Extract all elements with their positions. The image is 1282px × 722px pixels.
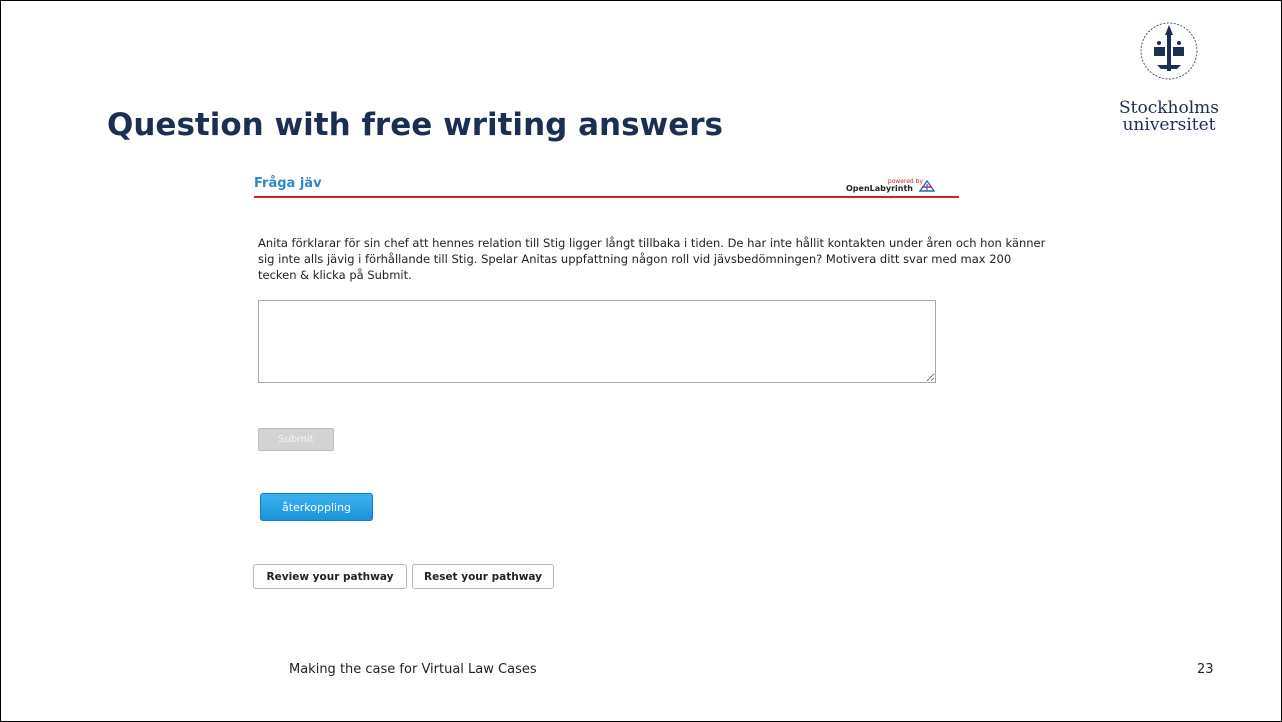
slide: Stockholms universitet Question with fre… xyxy=(0,0,1282,722)
slide-title: Question with free writing answers xyxy=(107,107,723,143)
page-number: 23 xyxy=(1197,662,1214,677)
node-title: Fråga jäv xyxy=(254,176,322,191)
slide-footer: Making the case for Virtual Law Cases xyxy=(289,662,537,677)
university-seal-icon xyxy=(1140,22,1198,80)
review-pathway-button[interactable]: Review your pathway xyxy=(253,564,407,589)
stockholms-universitet-logo: Stockholms universitet xyxy=(1099,9,1239,149)
feedback-button[interactable]: återkoppling xyxy=(260,493,373,521)
logo-line-2: universitet xyxy=(1122,115,1216,135)
openlabyrinth-logo-icon xyxy=(919,180,935,192)
submit-button[interactable]: Submit xyxy=(258,428,334,451)
answer-textarea[interactable] xyxy=(258,300,936,383)
brand-name: OpenLabyrinth xyxy=(846,184,913,193)
reset-pathway-button[interactable]: Reset your pathway xyxy=(412,564,554,589)
openlabyrinth-header: Fråga jäv powered by OpenLabyrinth xyxy=(254,174,959,198)
question-text: Anita förklarar för sin chef att hennes … xyxy=(258,236,1046,282)
